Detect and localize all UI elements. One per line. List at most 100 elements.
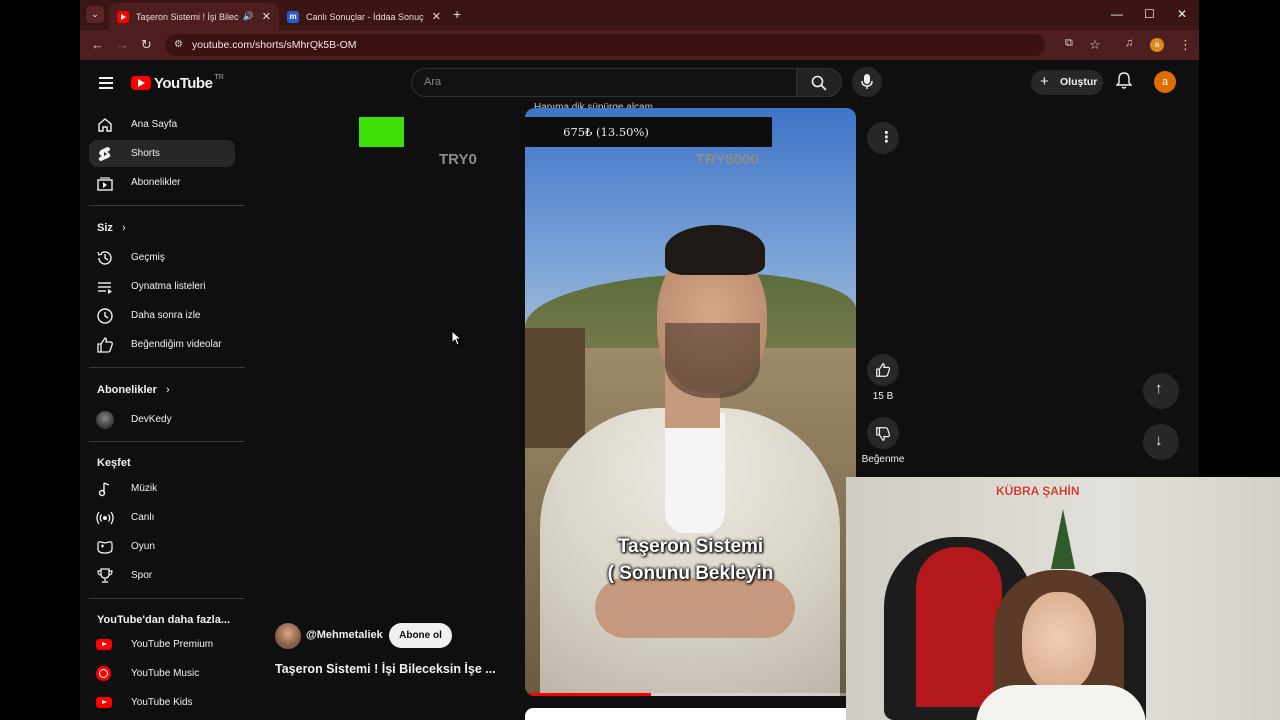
mouse-cursor-icon bbox=[451, 330, 463, 346]
gaming-chair-accent bbox=[916, 547, 1002, 707]
youtube-favicon-icon bbox=[117, 10, 129, 23]
bookmark-star-icon[interactable]: ☆ bbox=[1089, 37, 1101, 53]
sidebar-item-label: Oyun bbox=[131, 541, 155, 552]
install-app-icon[interactable]: ⧉ bbox=[1065, 37, 1073, 50]
notifications-bell-icon[interactable] bbox=[1115, 72, 1133, 95]
tab-bar: ⌄ Taşeron Sistemi ! İşi Bileceksin İşe 🔊… bbox=[80, 0, 1199, 30]
browser-menu-icon[interactable]: ⋮ bbox=[1179, 37, 1192, 53]
sidebar-item-history[interactable]: Geçmiş bbox=[89, 244, 235, 271]
sidebar-item-home[interactable]: Ana Sayfa bbox=[89, 111, 235, 138]
sidebar-heading-more: YouTube'dan daha fazla... bbox=[97, 614, 230, 626]
back-icon[interactable]: ← bbox=[91, 37, 104, 52]
create-button[interactable]: + Oluştur bbox=[1031, 70, 1103, 95]
close-tab-icon[interactable]: ✕ bbox=[432, 10, 441, 23]
short-title[interactable]: Taşeron Sistemi ! İşi Bileceksin İşe ... bbox=[275, 662, 496, 676]
subscribe-button[interactable]: Abone ol bbox=[389, 623, 452, 648]
more-vertical-icon: ⋮ bbox=[879, 129, 894, 146]
youtube-logo-text: YouTube bbox=[154, 74, 213, 92]
reload-icon[interactable]: ↻ bbox=[141, 37, 152, 53]
music-icon bbox=[98, 482, 110, 497]
yt-premium-icon bbox=[96, 639, 112, 650]
webcam-overlay: KÜBRA ŞAHİN bbox=[846, 477, 1280, 720]
sidebar-item-music[interactable]: Müzik bbox=[89, 475, 235, 502]
iddaa-favicon-icon: m bbox=[287, 10, 299, 23]
video-progress-fill bbox=[525, 693, 651, 696]
sidebar-item-live[interactable]: Canlı bbox=[89, 504, 235, 531]
sidebar-divider bbox=[89, 441, 245, 442]
hamburger-menu-icon[interactable] bbox=[99, 77, 113, 92]
thumbs-up-icon bbox=[876, 363, 891, 377]
yt-music-icon bbox=[96, 666, 111, 681]
sidebar-item-yt-kids[interactable]: YouTube Kids bbox=[89, 689, 235, 716]
search-input[interactable]: Ara bbox=[411, 68, 797, 97]
video-caption-line1: Taşeron Sistemi bbox=[617, 536, 764, 557]
new-tab-icon[interactable]: + bbox=[453, 6, 461, 22]
home-icon bbox=[98, 118, 112, 132]
clock-icon bbox=[97, 308, 113, 324]
sidebar-heading-you[interactable]: Siz › bbox=[97, 222, 126, 234]
arrow-down-icon: ↓ bbox=[1155, 432, 1163, 449]
sidebar-item-playlists[interactable]: Oynatma listeleri bbox=[89, 273, 235, 300]
youtube-logo-icon bbox=[131, 76, 151, 90]
sidebar-item-yt-premium[interactable]: YouTube Premium bbox=[89, 631, 235, 658]
yt-kids-icon bbox=[96, 697, 112, 708]
channel-handle[interactable]: @Mehmetaliek bbox=[306, 629, 383, 641]
donation-goal-bar: 675₺ (13.50%) bbox=[525, 117, 772, 147]
sidebar-item-devkedy[interactable]: DevKedy bbox=[89, 406, 235, 433]
sidebar: Ana Sayfa Shorts Abonelikler Siz › Geçmi… bbox=[80, 104, 250, 720]
donation-goal-fill bbox=[359, 117, 404, 147]
short-video[interactable]: Taşeron Sistemi ( Sonunu Bekleyin bbox=[525, 108, 856, 696]
sidebar-item-label: Ana Sayfa bbox=[131, 119, 178, 130]
youtube-logo[interactable]: YouTube TR bbox=[131, 74, 224, 92]
sidebar-item-gaming[interactable]: Oyun bbox=[89, 533, 235, 560]
like-count: 15 B bbox=[872, 391, 894, 402]
playlist-icon bbox=[98, 282, 112, 294]
sidebar-item-sports[interactable]: Spor bbox=[89, 562, 235, 589]
sidebar-item-yt-music[interactable]: YouTube Music bbox=[89, 660, 235, 687]
plus-icon: + bbox=[1040, 73, 1049, 90]
chevron-right-icon: › bbox=[121, 222, 126, 234]
address-bar[interactable]: ⚙ youtube.com/shorts/sMhrQk5B-OM bbox=[165, 34, 1045, 56]
minimize-icon[interactable]: — bbox=[1111, 7, 1123, 21]
sidebar-item-label: DevKedy bbox=[131, 414, 172, 425]
history-icon bbox=[97, 251, 112, 265]
tab-search-button[interactable]: ⌄ bbox=[86, 6, 104, 23]
search-button[interactable] bbox=[796, 68, 842, 97]
shorts-icon bbox=[98, 147, 111, 161]
site-info-icon[interactable]: ⚙ bbox=[174, 39, 183, 50]
donation-goal-text: 675₺ (13.50%) bbox=[563, 125, 649, 139]
youtube-header: YouTube TR Ara + Oluştur a bbox=[80, 62, 1199, 104]
more-options-button[interactable]: ⋮ bbox=[867, 122, 899, 154]
account-avatar[interactable]: a bbox=[1154, 71, 1176, 93]
window-close-icon[interactable]: ✕ bbox=[1177, 7, 1187, 21]
sidebar-item-label: Müzik bbox=[131, 483, 158, 494]
profile-avatar[interactable]: a bbox=[1150, 38, 1164, 52]
arrow-up-icon: ↑ bbox=[1155, 380, 1163, 397]
sidebar-item-watch-later[interactable]: Daha sonra izle bbox=[89, 302, 235, 329]
maximize-icon[interactable]: ☐ bbox=[1144, 7, 1155, 21]
speaker-icon[interactable]: 🔊 bbox=[243, 11, 254, 22]
streamer-name-text: KÜBRA ŞAHİN bbox=[996, 484, 1080, 498]
gaming-icon bbox=[97, 541, 113, 554]
dislike-button[interactable] bbox=[867, 417, 899, 449]
tab-iddaa[interactable]: m Canlı Sonuçlar - İddaa Sonuçları ✕ bbox=[279, 3, 449, 30]
video-progress-track[interactable] bbox=[525, 693, 856, 696]
channel-avatar-image[interactable] bbox=[275, 623, 301, 649]
sidebar-item-label: Abonelikler bbox=[131, 177, 181, 188]
microphone-icon bbox=[861, 74, 873, 89]
previous-short-button[interactable]: ↑ bbox=[1143, 373, 1179, 409]
close-tab-icon[interactable]: ✕ bbox=[262, 10, 271, 23]
sidebar-item-label: Oynatma listeleri bbox=[131, 281, 206, 292]
sidebar-item-liked-videos[interactable]: Beğendiğim videolar bbox=[89, 331, 235, 358]
streamer-face bbox=[1022, 592, 1096, 692]
tab-youtube[interactable]: Taşeron Sistemi ! İşi Bileceksin İşe 🔊 ✕ bbox=[109, 3, 279, 30]
next-short-button[interactable]: ↓ bbox=[1143, 424, 1179, 460]
media-controls-icon[interactable]: ♫ bbox=[1125, 37, 1133, 49]
like-button[interactable] bbox=[867, 354, 899, 386]
forward-icon[interactable]: → bbox=[116, 37, 129, 52]
person-hands bbox=[595, 578, 795, 638]
sidebar-item-shorts[interactable]: Shorts bbox=[89, 140, 235, 167]
sidebar-item-subscriptions[interactable]: Abonelikler bbox=[89, 169, 235, 196]
sidebar-heading-subscriptions[interactable]: Abonelikler › bbox=[97, 384, 170, 396]
voice-search-button[interactable] bbox=[852, 67, 882, 97]
